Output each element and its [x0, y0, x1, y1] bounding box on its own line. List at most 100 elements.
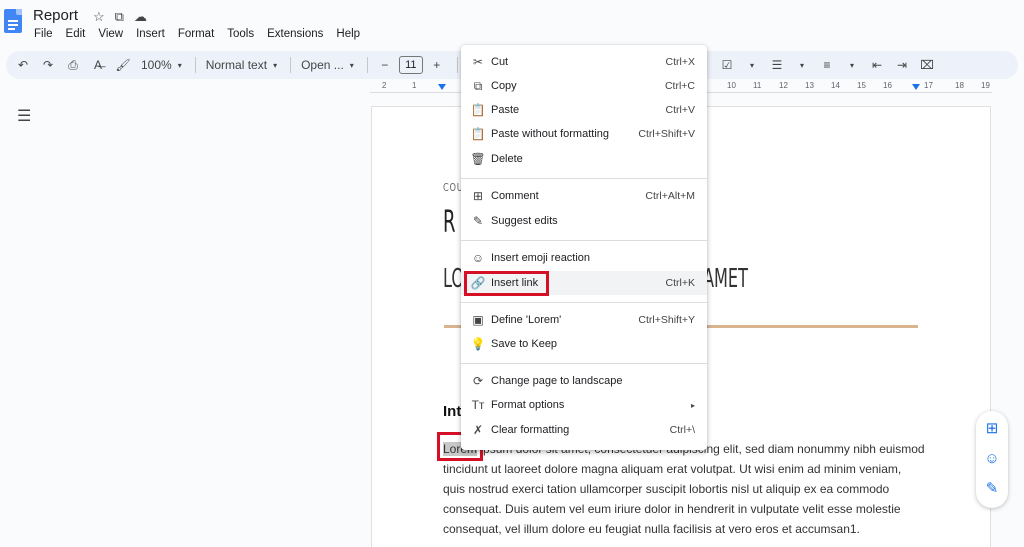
style-value: Normal text [205, 58, 268, 72]
checklist-icon[interactable]: ☑ [716, 54, 738, 76]
chevron-down-icon[interactable]: ▾ [741, 54, 763, 76]
numbered-list-icon[interactable]: ≡ [816, 54, 838, 76]
ruler-number: 16 [883, 81, 892, 90]
menu-view[interactable]: View [98, 28, 123, 40]
menu-item-suggest-edits[interactable]: ✎ Suggest edits [461, 209, 707, 233]
ruler-number: 14 [831, 81, 840, 90]
decrease-font-size-button[interactable]: − [374, 54, 396, 76]
toolbar-divider [456, 57, 458, 73]
menu-item-label: Comment [491, 190, 539, 202]
submenu-arrow-icon: ▸ [690, 400, 695, 410]
ruler-number: 18 [955, 81, 964, 90]
move-folder-icon[interactable]: ⧉ [115, 9, 124, 25]
right-indent-marker[interactable] [912, 84, 920, 90]
clear-format-icon: ✗ [472, 423, 484, 437]
dictionary-icon: ▣ [472, 313, 484, 327]
add-comment-icon[interactable]: ⊞ [982, 419, 1002, 439]
print-icon[interactable]: ⎙ [62, 54, 84, 76]
menu-item-copy[interactable]: ⧉ Copy Ctrl+C [461, 74, 707, 98]
ruler-number: 15 [857, 81, 866, 90]
menu-insert[interactable]: Insert [136, 28, 165, 40]
ruler-number: 11 [753, 81, 762, 90]
ruler-number: 19 [981, 81, 990, 90]
menu-item-label: Paste [491, 104, 520, 116]
menu-item-label: Change page to landscape [491, 375, 623, 387]
menu-extensions[interactable]: Extensions [267, 28, 323, 40]
body-paragraph[interactable]: Lorem ipsum dolor sit amet, consectetuer… [443, 439, 925, 539]
menu-item-shortcut: Ctrl+Shift+Y [638, 314, 695, 326]
menu-divider [461, 302, 707, 303]
menu-item-shortcut: Ctrl+K [665, 277, 695, 289]
toolbar-divider [290, 57, 292, 73]
document-title[interactable]: Report [33, 7, 78, 24]
menu-item-change-page-orientation[interactable]: ⟳ Change page to landscape [461, 369, 707, 393]
bulleted-list-icon[interactable]: ☰ [766, 54, 788, 76]
menu-item-comment[interactable]: ⊞ Comment Ctrl+Alt+M [461, 184, 707, 208]
menu-item-delete[interactable]: 🗑 Delete [461, 147, 707, 171]
star-icon[interactable]: ☆ [93, 9, 105, 25]
chevron-down-icon: ▾ [273, 60, 278, 70]
decrease-indent-icon[interactable]: ⇤ [866, 54, 888, 76]
text-format-icon: Tт [471, 398, 485, 412]
zoom-select[interactable]: 100% ▾ [137, 54, 186, 76]
increase-font-size-button[interactable]: + [426, 54, 448, 76]
menu-item-shortcut: Ctrl+C [664, 80, 695, 92]
menu-item-shortcut: Ctrl+Shift+V [638, 128, 695, 140]
ruler-number: 13 [805, 81, 814, 90]
menu-file[interactable]: File [34, 28, 53, 40]
menu-item-label: Insert emoji reaction [491, 252, 591, 264]
menu-format[interactable]: Format [178, 28, 214, 40]
suggest-edit-icon: ✎ [472, 214, 484, 228]
menu-help[interactable]: Help [336, 28, 360, 40]
menu-item-cut[interactable]: ✂ Cut Ctrl+X [461, 50, 707, 74]
left-indent-marker[interactable] [438, 84, 446, 90]
cloud-status-icon[interactable]: ☁ [134, 9, 147, 25]
menu-item-shortcut: Ctrl+X [665, 56, 695, 68]
trash-icon: 🗑 [470, 152, 486, 166]
section-heading: Int [443, 403, 462, 420]
clipboard-icon: 📋 [470, 103, 486, 117]
menu-edit[interactable]: Edit [66, 28, 86, 40]
menu-item-insert-emoji-reaction[interactable]: ☺ Insert emoji reaction [461, 246, 707, 270]
menu-item-define[interactable]: ▣ Define 'Lorem' Ctrl+Shift+Y [461, 308, 707, 332]
clear-formatting-icon[interactable]: ⌧ [916, 54, 938, 76]
document-outline-icon[interactable]: ☰ [17, 106, 31, 126]
menu-item-label: Define 'Lorem' [491, 314, 562, 326]
chevron-down-icon[interactable]: ▾ [841, 54, 863, 76]
docs-logo-icon[interactable] [4, 9, 22, 33]
style-select[interactable]: Normal text ▾ [202, 54, 281, 76]
menu-divider [461, 240, 707, 241]
ruler-number: 17 [924, 81, 933, 90]
suggest-edits-icon[interactable]: ✎ [982, 479, 1002, 499]
font-select[interactable]: Open ... ▾ [297, 54, 358, 76]
menu-item-label: Copy [491, 80, 517, 92]
menu-item-paste-without-formatting[interactable]: 📋 Paste without formatting Ctrl+Shift+V [461, 122, 707, 146]
menu-item-save-to-keep[interactable]: 💡 Save to Keep [461, 332, 707, 356]
redo-icon[interactable]: ↷ [37, 54, 59, 76]
ruler-number: 10 [727, 81, 736, 90]
menu-item-clear-formatting[interactable]: ✗ Clear formatting Ctrl+\ [461, 418, 707, 442]
subtitle-heading-end: AMET [703, 264, 748, 294]
font-size-input[interactable]: 11 [398, 56, 423, 74]
menu-item-format-options[interactable]: Tт Format options ▸ [461, 393, 707, 417]
menu-tools[interactable]: Tools [227, 28, 254, 40]
menu-divider [461, 363, 707, 364]
undo-icon[interactable]: ↶ [12, 54, 34, 76]
insert-link-highlight-box [464, 271, 549, 296]
spellcheck-icon[interactable]: A̶ [87, 54, 109, 76]
menu-item-label: Delete [491, 153, 523, 165]
chevron-down-icon[interactable]: ▾ [791, 54, 813, 76]
ruler-number: 12 [779, 81, 788, 90]
lightbulb-icon: 💡 [470, 337, 486, 351]
clipboard-icon: 📋 [470, 127, 486, 141]
menubar: File Edit View Insert Format Tools Exten… [34, 28, 360, 40]
increase-indent-icon[interactable]: ⇥ [891, 54, 913, 76]
body-line: consequat, vel illum dolore eu feugiat n… [443, 522, 860, 536]
paint-format-icon[interactable]: 🖌 [112, 54, 134, 76]
scissors-icon: ✂ [472, 55, 484, 69]
menu-item-label: Cut [491, 56, 509, 68]
emoji-reaction-icon[interactable]: ☺ [982, 449, 1002, 469]
menu-item-paste[interactable]: 📋 Paste Ctrl+V [461, 98, 707, 122]
ruler-number: 1 [412, 81, 417, 90]
menu-item-shortcut: Ctrl+\ [669, 424, 695, 436]
